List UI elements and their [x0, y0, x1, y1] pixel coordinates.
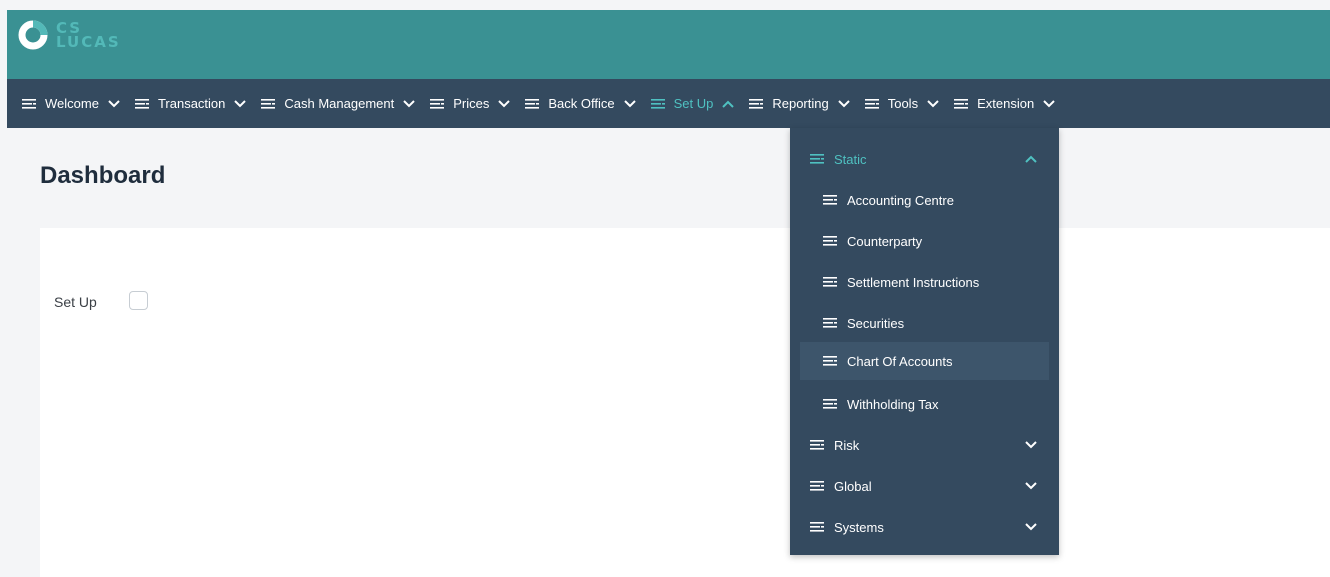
- chevron-down-icon: [498, 99, 511, 107]
- chevron-down-icon: [1025, 482, 1037, 490]
- chevron-down-icon: [838, 99, 850, 107]
- chevron-down-icon: [1043, 99, 1055, 107]
- dropdown-group-label: Global: [834, 478, 872, 494]
- dropdown-item-label: Accounting Centre: [847, 192, 954, 208]
- dropdown-group-systems[interactable]: Systems: [790, 508, 1059, 546]
- dropdown-group-global[interactable]: Global: [790, 467, 1059, 505]
- menu-lines-icon: [864, 98, 879, 109]
- chevron-down-icon: [927, 99, 939, 107]
- menu-lines-icon: [22, 98, 36, 109]
- dropdown-group-label: Systems: [834, 519, 884, 535]
- chevron-down-icon: [623, 99, 636, 107]
- nav-reporting[interactable]: Reporting: [734, 79, 850, 128]
- menu-lines-icon: [810, 481, 824, 491]
- dropdown-item-securities[interactable]: Securities: [790, 304, 1059, 342]
- menu-lines-icon: [810, 522, 824, 532]
- nav-label: Reporting: [772, 96, 829, 111]
- menu-lines-icon: [810, 154, 824, 164]
- dropdown-item-withholding-tax[interactable]: Withholding Tax: [790, 385, 1059, 423]
- nav-back-office[interactable]: Back Office: [510, 79, 636, 128]
- nav-label: Welcome: [45, 96, 99, 111]
- setup-dropdown-menu: Static Accounting Centre Counterparty Se…: [790, 128, 1059, 555]
- menu-lines-icon: [749, 98, 764, 109]
- dropdown-group-risk[interactable]: Risk: [790, 426, 1059, 464]
- menu-lines-icon: [823, 236, 837, 246]
- menu-lines-icon: [650, 98, 665, 109]
- nav-prices[interactable]: Prices: [415, 79, 511, 128]
- nav-transaction[interactable]: Transaction: [120, 79, 247, 128]
- menu-lines-icon: [823, 195, 837, 205]
- chevron-down-icon: [1025, 441, 1037, 449]
- dropdown-group-label: Static: [834, 151, 867, 167]
- content-card: Set Up: [40, 228, 1330, 577]
- dropdown-group-static[interactable]: Static: [790, 140, 1059, 178]
- dropdown-item-label: Securities: [847, 315, 905, 331]
- dropdown-item-label: Withholding Tax: [847, 396, 939, 412]
- chevron-up-icon: [1025, 155, 1037, 163]
- dropdown-item-label: Settlement Instructions: [847, 274, 980, 290]
- chevron-down-icon: [108, 99, 120, 107]
- nav-label: Cash Management: [284, 96, 395, 111]
- menu-lines-icon: [823, 399, 837, 409]
- dropdown-item-chart-of-accounts[interactable]: Chart Of Accounts: [800, 342, 1049, 380]
- dropdown-item-counterparty[interactable]: Counterparty: [790, 222, 1059, 260]
- setup-label: Set Up: [54, 294, 97, 310]
- nav-set-up[interactable]: Set Up: [636, 79, 735, 128]
- nav-tools[interactable]: Tools: [850, 79, 939, 128]
- logo-wordmark: CS LUCAS: [56, 21, 121, 51]
- chevron-down-icon: [403, 99, 415, 107]
- dropdown-item-label: Counterparty: [847, 233, 923, 249]
- logo[interactable]: CS LUCAS: [18, 20, 121, 50]
- nav-label: Back Office: [548, 96, 615, 111]
- nav-welcome[interactable]: Welcome: [7, 79, 120, 128]
- setup-checkbox[interactable]: [129, 291, 148, 310]
- nav-label: Prices: [453, 96, 490, 111]
- menu-lines-icon: [430, 98, 445, 109]
- menu-lines-icon: [134, 98, 149, 109]
- nav-label: Tools: [887, 96, 919, 111]
- menu-lines-icon: [954, 98, 969, 109]
- menu-lines-icon: [261, 98, 276, 109]
- menu-lines-icon: [810, 440, 824, 450]
- page-title: Dashboard: [40, 162, 166, 189]
- chevron-up-icon: [722, 100, 735, 108]
- logo-line-2: LUCAS: [56, 33, 121, 51]
- menu-lines-icon: [823, 277, 837, 287]
- nav-extension[interactable]: Extension: [939, 79, 1055, 128]
- logo-ring-icon: [18, 20, 48, 50]
- dropdown-group-label: Risk: [834, 437, 860, 453]
- nav-label: Transaction: [157, 96, 226, 111]
- nav-label: Extension: [977, 96, 1035, 111]
- main-navbar: Welcome Transaction Cash Management Pric…: [7, 79, 1330, 128]
- menu-lines-icon: [823, 356, 837, 366]
- chevron-down-icon: [1025, 523, 1037, 531]
- app-header: CS LUCAS: [7, 10, 1330, 79]
- menu-lines-icon: [823, 318, 837, 328]
- nav-cash-management[interactable]: Cash Management: [246, 79, 415, 128]
- menu-lines-icon: [525, 98, 540, 109]
- dropdown-item-label: Chart Of Accounts: [847, 353, 953, 369]
- chevron-down-icon: [234, 99, 247, 107]
- dropdown-item-settlement-instructions[interactable]: Settlement Instructions: [790, 263, 1059, 301]
- nav-label: Set Up: [673, 96, 714, 111]
- dropdown-item-accounting-centre[interactable]: Accounting Centre: [790, 181, 1059, 219]
